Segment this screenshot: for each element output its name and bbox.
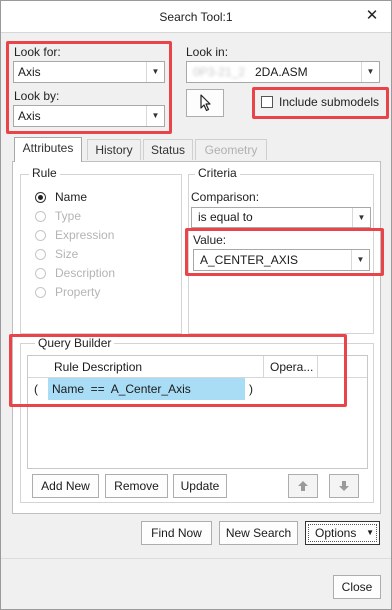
value-dropdown[interactable]: A_CENTER_AXIS ▼ xyxy=(193,249,370,271)
move-up-icon xyxy=(298,481,308,491)
query-grid[interactable]: Rule Description Opera... ( Name == A_Ce… xyxy=(27,355,368,469)
include-submodels-label[interactable]: Include submodels xyxy=(279,95,379,109)
look-in-blurred-prefix: 0P3-21_2 xyxy=(193,65,246,79)
include-submodels-checkbox[interactable] xyxy=(261,96,273,108)
find-now-button[interactable]: Find Now xyxy=(141,521,212,545)
radio-button xyxy=(35,268,46,279)
look-for-value: Axis xyxy=(18,65,41,79)
rule-option-label: Type xyxy=(55,209,82,223)
comparison-dropdown[interactable]: is equal to ▼ xyxy=(191,207,371,228)
rule-option-label: Property xyxy=(55,285,101,299)
new-search-button[interactable]: New Search xyxy=(219,521,298,545)
options-button[interactable]: Options ▼ xyxy=(305,521,380,545)
look-in-dropdown[interactable]: 0P3-21_2 2DA.ASM ▼ xyxy=(186,61,380,83)
search-tool-dialog: Search Tool:1 ✕ Look for: Axis ▼ Look by… xyxy=(0,0,392,610)
look-by-value: Axis xyxy=(18,109,41,123)
chevron-down-icon: ▼ xyxy=(366,528,374,537)
table-row[interactable]: ( Name == A_Center_Axis ) xyxy=(28,378,367,400)
radio-button xyxy=(35,287,46,298)
open-paren: ( xyxy=(34,382,38,396)
remove-button[interactable]: Remove xyxy=(105,474,168,498)
criteria-group-title: Criteria xyxy=(195,166,240,180)
column-divider xyxy=(317,356,318,377)
chevron-down-icon: ▼ xyxy=(146,106,164,126)
look-in-label: Look in: xyxy=(186,45,229,59)
comparison-value: is equal to xyxy=(198,210,253,224)
pointer-select-icon xyxy=(200,94,211,112)
radio-button[interactable] xyxy=(35,192,46,203)
move-up-button[interactable] xyxy=(288,474,318,498)
query-builder-title: Query Builder xyxy=(35,336,115,350)
chevron-down-icon: ▼ xyxy=(361,62,379,82)
update-button[interactable]: Update xyxy=(173,474,227,498)
look-in-value: 2DA.ASM xyxy=(255,65,308,79)
close-window-icon[interactable]: ✕ xyxy=(359,4,385,28)
column-header-operator[interactable]: Opera... xyxy=(270,360,313,374)
title-bar: Search Tool:1 ✕ xyxy=(1,1,391,33)
value-label: Value: xyxy=(193,233,227,247)
close-paren: ) xyxy=(249,382,253,396)
look-by-label: Look by: xyxy=(14,89,60,103)
move-down-button[interactable] xyxy=(329,474,359,498)
close-button[interactable]: Close xyxy=(333,575,381,599)
move-down-icon xyxy=(339,481,349,491)
rule-option-label: Expression xyxy=(55,228,115,242)
radio-button xyxy=(35,249,46,260)
rule-option-label: Size xyxy=(55,247,79,261)
rule-description-cell: Name == A_Center_Axis xyxy=(52,382,191,396)
tab-geometry: Geometry xyxy=(195,139,267,160)
tab-history[interactable]: History xyxy=(87,139,141,160)
rule-option-label: Name xyxy=(55,190,88,204)
chevron-down-icon: ▼ xyxy=(352,208,370,227)
radio-button xyxy=(35,211,46,222)
radio-button xyxy=(35,230,46,241)
look-for-label: Look for: xyxy=(14,45,61,59)
look-by-dropdown[interactable]: Axis ▼ xyxy=(13,105,165,127)
tab-status[interactable]: Status xyxy=(143,139,193,160)
chevron-down-icon: ▼ xyxy=(351,250,369,270)
attributes-panel: Rule Name Type Expression Size Descripti… xyxy=(12,161,381,514)
rule-group-title: Rule xyxy=(29,166,60,180)
value-field-text: A_CENTER_AXIS xyxy=(200,253,299,267)
select-from-model-button[interactable] xyxy=(186,89,224,117)
add-new-button[interactable]: Add New xyxy=(32,474,99,498)
column-divider xyxy=(263,356,264,377)
window-title: Search Tool:1 xyxy=(159,10,233,24)
query-grid-header: Rule Description Opera... xyxy=(28,356,367,378)
look-for-dropdown[interactable]: Axis ▼ xyxy=(13,61,165,83)
tab-attributes[interactable]: Attributes xyxy=(14,137,82,162)
chevron-down-icon: ▼ xyxy=(146,62,164,82)
rule-option-label: Description xyxy=(55,266,116,280)
comparison-label: Comparison: xyxy=(191,190,260,204)
column-header-rule-description[interactable]: Rule Description xyxy=(54,360,142,374)
